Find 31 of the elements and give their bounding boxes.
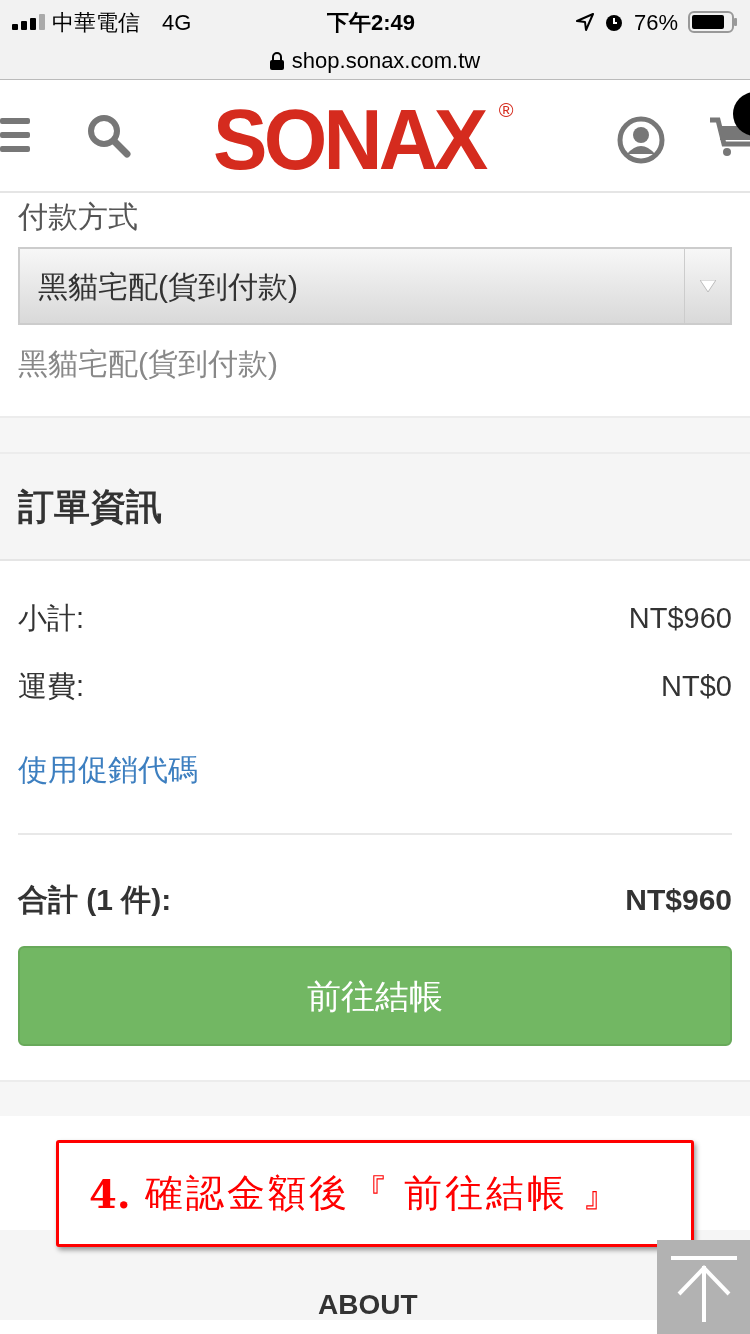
network-type: 4G [162,8,192,37]
search-icon[interactable] [87,114,131,158]
selected-payment-text: 黑貓宅配(貨到付款) [18,346,279,382]
url-text[interactable]: shop.sonax.com.tw [291,44,481,77]
total-value: NT$960 [625,882,732,918]
logo-wordmark[interactable]: SONAX [213,94,485,184]
signal-icon [12,14,46,30]
row-value: NT$960 [628,601,732,637]
row-label: 小計: [18,601,85,637]
step-number: 4. [89,1168,131,1219]
location-arrow-icon [575,13,594,31]
lock-icon [269,51,284,70]
carrier-name: 中華電信 [52,8,140,37]
battery-icon [688,11,738,33]
menu-icon[interactable] [0,118,30,152]
promo-code-link[interactable]: 使用促銷代碼 [18,746,198,792]
alarm-icon [603,12,624,32]
dropdown-arrow-icon [699,280,716,292]
row-value: NT$0 [661,669,732,705]
registered-mark: ® [498,100,514,120]
payment-select[interactable]: 黑貓宅配(貨到付款) [18,247,732,325]
total-label: 合計 (1 件): [18,882,172,918]
battery-percent: 76% [633,8,678,37]
footer-heading: ABOUT [318,1290,418,1320]
clock-time: 下午2:49 [327,9,416,37]
user-icon[interactable] [617,116,665,164]
annotation-text: 確認金額後『 前往結帳 』 [144,1171,623,1216]
row-label: 運費: [18,669,85,705]
section-title: 訂單資訊 [18,484,162,529]
field-label: 付款方式 [18,199,138,235]
logo[interactable]: SONAX ® [213,94,514,184]
